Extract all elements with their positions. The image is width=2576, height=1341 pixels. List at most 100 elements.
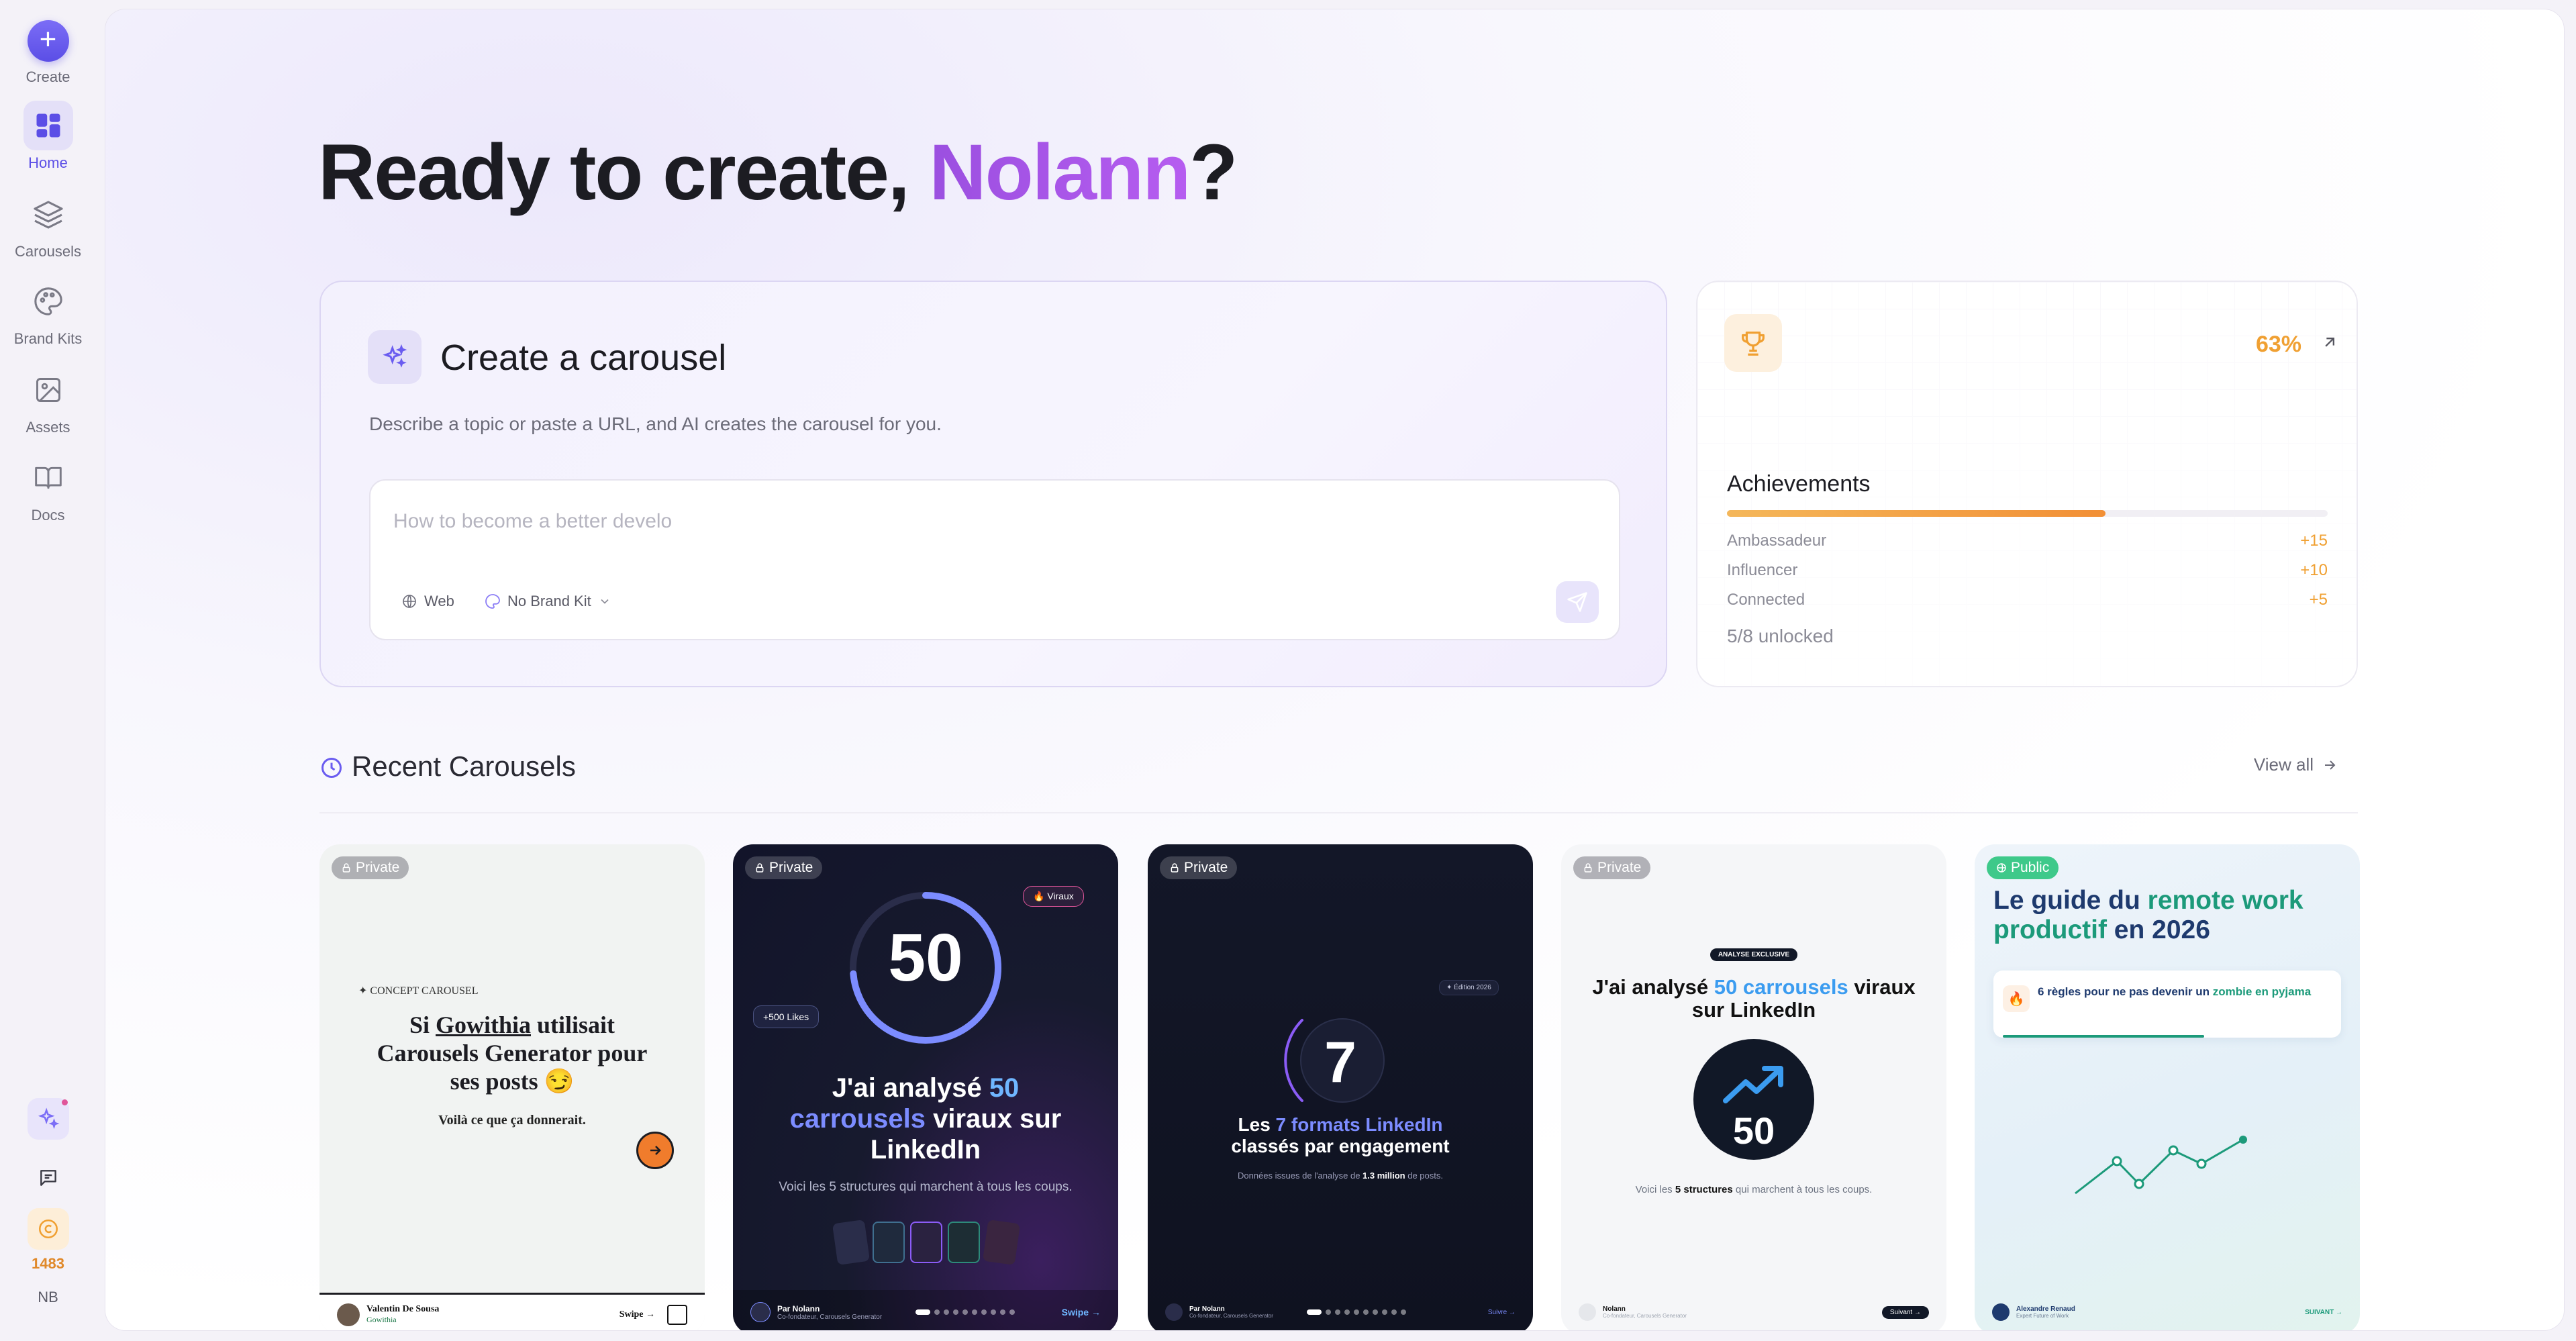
card-tag: ANALYSE EXCLUSIVE: [1710, 948, 1798, 961]
sidebar-item-carousels[interactable]: Carousels: [0, 189, 96, 260]
lock-icon: [1171, 863, 1179, 873]
web-toggle[interactable]: Web: [401, 587, 454, 616]
card-subtitle: Voici les 5 structures qui marchent à to…: [779, 1180, 1073, 1194]
create-carousel-title: Create a carousel: [440, 338, 727, 378]
card-headline-part: Les: [1238, 1114, 1276, 1135]
trophy-icon: [1724, 314, 1782, 372]
card-headline-part: productif: [1993, 915, 2107, 944]
card-subtitle: Voilà ce que ça donnerait.: [438, 1113, 586, 1128]
card-headline: J'ai analysé 50 carrousels viraux sur Li…: [733, 1073, 1118, 1165]
achievement-row: Connected +5: [1727, 591, 2328, 609]
swipe-label: Swipe →: [1061, 1307, 1101, 1318]
sidebar-item-assets[interactable]: Assets: [0, 365, 96, 436]
palette-icon: [23, 277, 73, 326]
sidebar-item-label: Brand Kits: [13, 330, 83, 347]
ai-assistant-button[interactable]: [0, 1098, 96, 1140]
sidebar-item-home[interactable]: Home: [0, 101, 96, 172]
visibility-label: Private: [1184, 860, 1228, 875]
note-underline: [2003, 1035, 2204, 1038]
create-carousel-card: Create a carousel Describe a topic or pa…: [319, 281, 1667, 687]
author-avatar: [1165, 1303, 1183, 1321]
card-headline-part: Le guide du: [1993, 886, 2148, 915]
recent-carousels-title: Recent Carousels: [352, 750, 576, 782]
sidebar-item-label: Docs: [31, 507, 65, 524]
achievement-progress-fill: [1727, 510, 2106, 517]
carousel-card[interactable]: Private ANALYSE EXCLUSIVE J'ai analysé 5…: [1561, 844, 1946, 1330]
achievement-label: Ambassadeur: [1727, 532, 1827, 550]
carousel-card[interactable]: Public Le guide du remote work productif…: [1975, 844, 2360, 1330]
card-footer: Par Nolann Co-fondateur, Carousels Gener…: [733, 1290, 1118, 1330]
swipe-label: SUIVANT →: [2305, 1308, 2342, 1316]
card-tag: 🔥 Viraux: [1023, 886, 1084, 907]
book-icon: [23, 453, 73, 503]
credits-button[interactable]: 1483: [0, 1208, 96, 1273]
card-stack-illustration: [832, 1219, 1021, 1266]
card-big-number: 50: [1732, 1109, 1775, 1152]
view-all-link[interactable]: View all: [2254, 754, 2338, 775]
create-nav-item[interactable]: + Create: [0, 20, 96, 86]
plus-icon[interactable]: +: [27, 20, 69, 62]
greeting-name: Nolann: [929, 128, 1191, 217]
send-icon: [1567, 592, 1587, 612]
card-headline: Si Gowithia utilisait Carousels Generato…: [319, 1011, 705, 1095]
send-button[interactable]: [1556, 581, 1599, 623]
card-headline: Les 7 formats LinkedIn classés par engag…: [1148, 1114, 1533, 1157]
achievement-points: +10: [2300, 561, 2328, 579]
swipe-label: Suivant →: [1881, 1305, 1929, 1319]
card-note-text: 6 règles pour ne pas devenir un zombie e…: [2038, 985, 2320, 999]
achievements-card[interactable]: 63% Achievements Ambassadeur +15 Influen…: [1696, 281, 2358, 687]
achievement-label: Influencer: [1727, 561, 1798, 579]
visibility-badge: Private: [1160, 856, 1238, 879]
topic-input[interactable]: [393, 505, 1534, 538]
arrow-up-right-icon[interactable]: [2320, 333, 2339, 352]
card-headline-part: 50: [989, 1073, 1020, 1103]
card-headline-part: remote work: [2147, 886, 2303, 915]
greeting-suffix: ?: [1189, 128, 1238, 217]
card-big-number: 7: [1324, 1030, 1356, 1095]
achievement-label: Connected: [1727, 591, 1805, 609]
card-headline-part: Si: [409, 1011, 436, 1038]
author-subtitle: Expert Future of Work: [2016, 1313, 2069, 1319]
card-subtitle-part: 1.3 million: [1363, 1171, 1405, 1181]
card-headline-part: J'ai analysé: [832, 1073, 989, 1103]
card-headline-part: 50 carrousels: [1714, 975, 1848, 999]
card-kicker: ✦ CONCEPT CAROUSEL: [358, 985, 479, 997]
carousel-card[interactable]: Private ✦ CONCEPT CAROUSEL Si Gowithia u…: [319, 844, 705, 1330]
card-headline-part: sur LinkedIn: [1691, 998, 1816, 1022]
card-headline-part: LinkedIn: [870, 1135, 981, 1164]
card-subtitle: Voici les 5 structures qui marchent à to…: [1561, 1184, 1946, 1195]
card-subtitle-part: Voici les: [1635, 1184, 1675, 1195]
carousel-card[interactable]: Private 50 🔥 Viraux +500 Likes J'ai anal…: [733, 844, 1118, 1330]
avatar[interactable]: NB: [0, 1289, 96, 1306]
card-headline-part: ses posts 😏: [450, 1068, 575, 1095]
brand-kit-select[interactable]: No Brand Kit: [485, 587, 611, 616]
chevron-down-icon: [601, 599, 609, 604]
pagination-dots: [1306, 1309, 1406, 1315]
author-subtitle: Co-fondateur, Carousels Generator: [1603, 1313, 1687, 1319]
visibility-badge: Private: [1573, 856, 1651, 879]
card-tag: +500 Likes: [753, 1005, 820, 1028]
sidebar-item-label: Carousels: [14, 243, 82, 260]
author-name: Alexandre Renaud: [2016, 1305, 2075, 1313]
create-label: Create: [26, 68, 70, 85]
feedback-button[interactable]: [0, 1161, 96, 1195]
visibility-label: Private: [769, 860, 813, 875]
line-chart-illustration: [2075, 1136, 2247, 1195]
sidebar-item-label: Home: [28, 154, 68, 171]
achievement-row: Influencer +10: [1727, 561, 2328, 580]
swipe-label: Swipe →: [619, 1309, 655, 1320]
message-square-icon: [32, 1161, 65, 1195]
sidebar-item-docs[interactable]: Docs: [0, 453, 96, 524]
palette-icon: [485, 594, 500, 609]
author-subtitle: Co-fondateur, Carousels Generator: [777, 1313, 883, 1321]
sidebar-item-brand-kits[interactable]: Brand Kits: [0, 277, 96, 348]
author-name: Valentin De Sousa: [366, 1304, 440, 1314]
greeting-prefix: Ready to create,: [318, 128, 930, 217]
carousel-card[interactable]: Private 7 ✦ Édition 2026 Les 7 formats L…: [1148, 844, 1533, 1330]
card-headline-part: viraux: [1848, 975, 1916, 999]
layers-icon: [23, 189, 73, 239]
visibility-label: Private: [356, 860, 400, 875]
lock-icon: [756, 863, 764, 873]
card-note-part: zombie en pyjama: [2212, 985, 2312, 998]
chart-badge: 50: [1693, 1039, 1814, 1160]
